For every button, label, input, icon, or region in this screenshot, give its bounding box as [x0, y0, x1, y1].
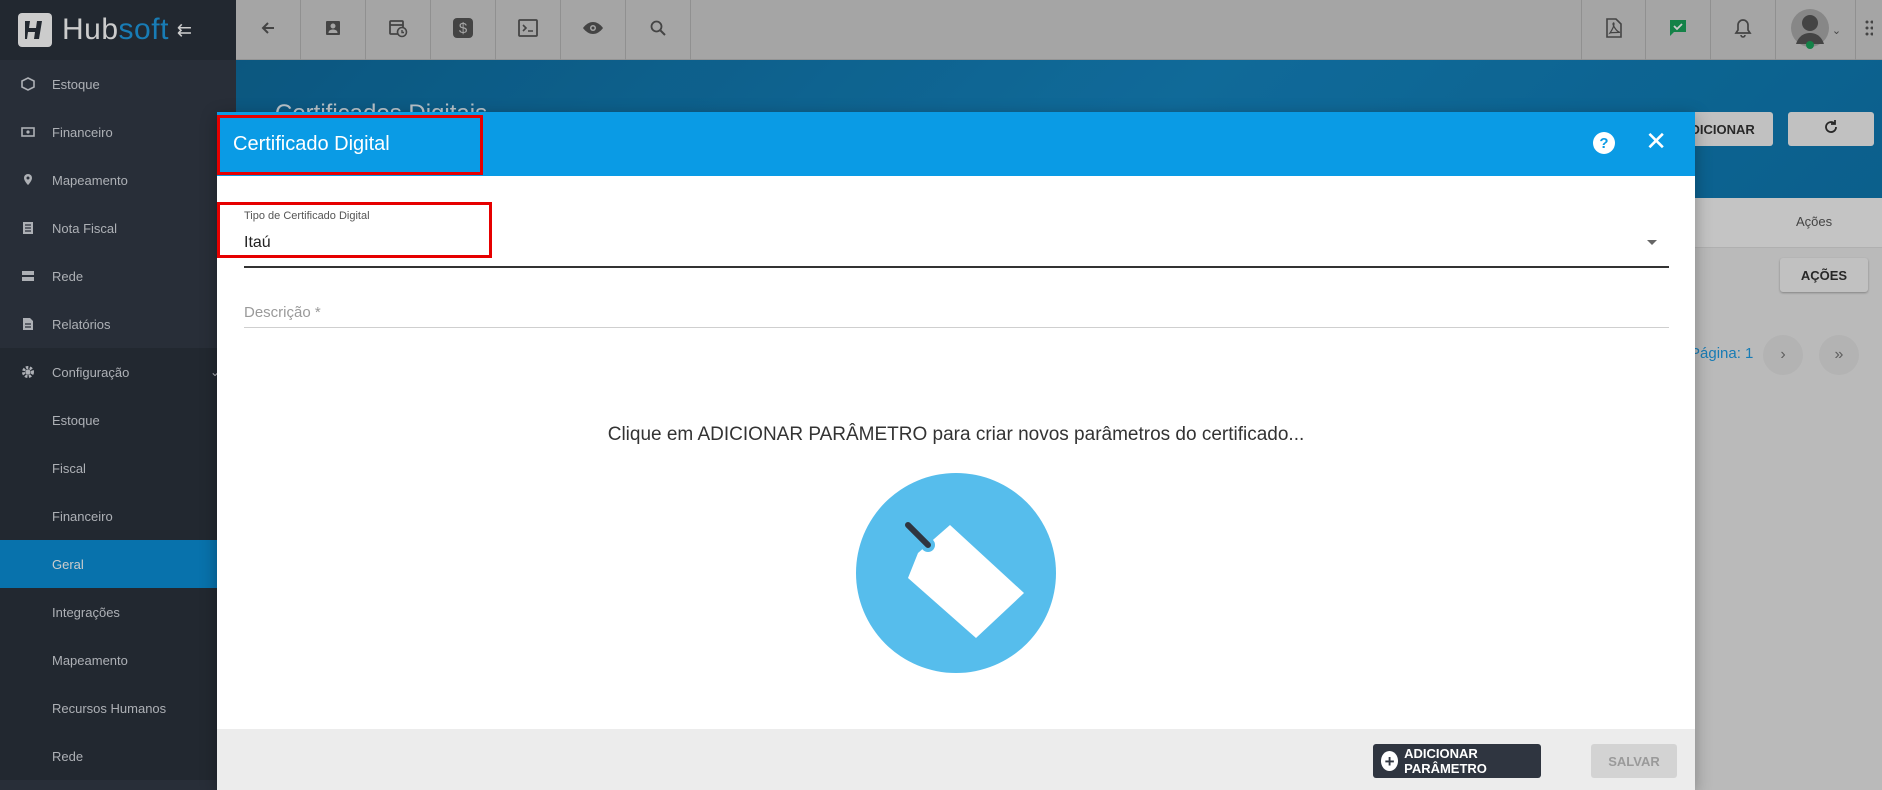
add-parameter-button[interactable]: + ADICIONAR PARÂMETRO — [1373, 744, 1541, 778]
add-parameter-label: ADICIONAR PARÂMETRO — [1404, 746, 1487, 776]
help-icon[interactable]: ? — [1593, 132, 1615, 154]
empty-state-message: Clique em ADICIONAR PARÂMETRO para criar… — [607, 424, 1305, 445]
close-icon[interactable]: ✕ — [1645, 128, 1667, 154]
highlight-box — [217, 202, 492, 258]
plus-circle-icon: + — [1381, 751, 1399, 771]
save-button[interactable]: SALVAR — [1591, 744, 1677, 778]
tag-icon — [856, 473, 1056, 673]
description-underline — [244, 282, 1669, 328]
dialog-header: Certificado Digital ? ✕ — [217, 112, 1695, 176]
certificate-dialog: Certificado Digital ? ✕ Tipo de Certific… — [217, 112, 1695, 790]
highlight-box — [217, 115, 483, 175]
app-root: Hubsoft ⇇ Estoque Financeiro Mapeamento … — [0, 0, 1882, 790]
dialog-footer: + ADICIONAR PARÂMETRO SALVAR — [217, 729, 1695, 790]
